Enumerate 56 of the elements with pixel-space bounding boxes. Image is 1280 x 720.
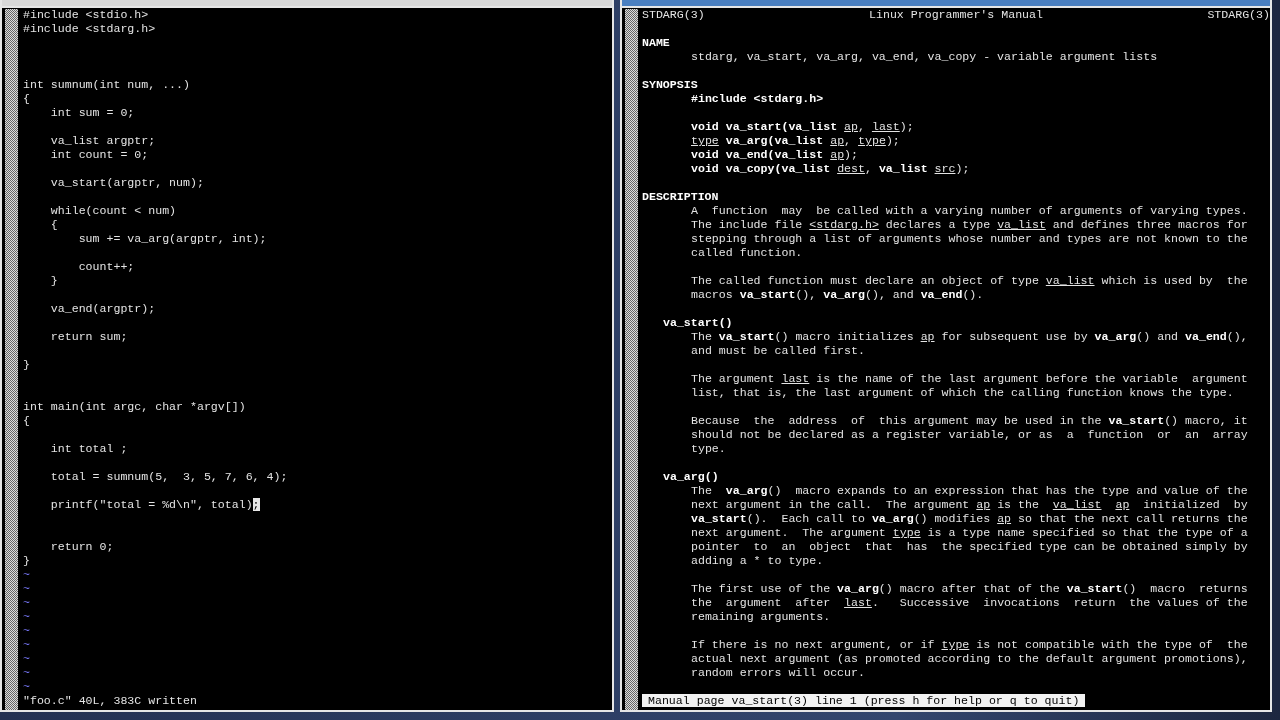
man-text-line: stdarg, va_start, va_arg, va_end, va_copy - variable argument lists: [691, 50, 1158, 64]
empty-line-marker: ~: [23, 582, 30, 596]
man-text-line: void va_end(va_list ap);: [691, 148, 858, 162]
man-text-line: called function.: [691, 246, 803, 260]
status-message: "foo.c" 40L, 383C written: [23, 694, 198, 708]
empty-line-marker: ~: [23, 596, 30, 610]
man-text-line: A function may be called with a varying number of arguments of varying types.: [691, 204, 1248, 218]
man-text-line: type va_arg(va_list ap, type);: [691, 134, 900, 148]
code-text: #include <stdio.h> #include <stdarg.h> int sumnum(int num, ...) { int sum = 0; va_list argptr; int count = 0; va_start(argptr, num); while(count < num) { sum += va_arg(argptr, int); count++; } va_end(argptr); return sum; } int main(int argc, char *argv[]) { int total ; total = sumnum(5, 3, 5, 7, 6, 4);: [23, 8, 289, 484]
man-text-line: the argument after last. Successive invocations return the values of the: [691, 596, 1248, 610]
man-text-line: void va_start(va_list ap, last);: [691, 120, 914, 134]
man-text-line: list, that is, the last argument of which the calling function knows the type.: [691, 386, 1234, 400]
section-heading: va_start(): [663, 316, 733, 330]
empty-line-marker: ~: [23, 652, 30, 666]
man-text-line: Because the address of this argument may be used in the va_start() macro, it: [691, 414, 1248, 428]
empty-line-marker: ~: [23, 610, 30, 624]
empty-line-marker: ~: [23, 624, 30, 638]
man-text-line: The first use of the va_arg() macro after that of the va_start() macro returns: [691, 582, 1248, 596]
man-text-line: The va_arg() macro expands to an expression that has the type and value of the: [691, 484, 1248, 498]
man-text-line: The include file <stdarg.h> declares a type va_list and defines three macros for: [691, 218, 1248, 232]
man-text-line: type.: [691, 442, 726, 456]
pager-status: Manual page va_start(3) line 1 (press h for help or q to quit): [642, 694, 1086, 707]
text-cursor: ;: [252, 498, 260, 511]
man-header-title: Linux Programmer's Manual: [869, 8, 1043, 22]
section-heading: DESCRIPTION: [642, 190, 719, 204]
man-text-line: and must be called first.: [691, 344, 865, 358]
code-line: printf("total = %d\n", total): [49, 498, 253, 511]
empty-line-marker: ~: [23, 638, 30, 652]
man-text-line: random errors will occur.: [691, 666, 865, 680]
man-text-line: next argument in the call. The argument ap is the va_list ap initialized by: [691, 498, 1248, 512]
code-text: return 0; }: [23, 539, 115, 568]
man-text-line: next argument. The argument type is a type name specified so that the type of a: [691, 526, 1248, 540]
section-heading: NAME: [642, 36, 670, 50]
section-heading: SYNOPSIS: [642, 78, 698, 92]
man-text-line: The called function must declare an object of type va_list which is used by the: [691, 274, 1248, 288]
empty-line-marker: ~: [23, 666, 30, 680]
man-header-left: STDARG(3): [642, 8, 705, 22]
man-text-line: pointer to an object that has the specified type can be obtained simply by: [691, 540, 1248, 554]
man-text-line: stepping through a list of arguments whose number and types are not known to the: [691, 232, 1248, 246]
man-text-line: should not be declared as a register variable, or as a function or an array: [691, 428, 1248, 442]
man-text-line: va_start(). Each call to va_arg() modifies ap so that the next call returns the: [691, 512, 1248, 526]
section-heading: va_arg(): [663, 470, 719, 484]
man-text-line: adding a * to type.: [691, 554, 824, 568]
man-text-line: The argument last is the name of the last argument before the variable argument: [691, 372, 1248, 386]
man-text-line: void va_copy(va_list dest, va_list src);: [691, 162, 970, 176]
scrollbar[interactable]: [625, 9, 638, 710]
man-text-line: If there is no next argument, or if type is not compatible with the type of the: [691, 638, 1248, 652]
man-header-right: STDARG(3): [1207, 8, 1270, 22]
man-text-line: #include <stdarg.h>: [691, 92, 824, 106]
empty-line-marker: ~: [23, 568, 30, 582]
man-text-line: actual next argument (as promoted according to the default argument promotions),: [691, 652, 1248, 666]
man-text-line: The va_start() macro initializes ap for subsequent use by va_arg() and va_end(),: [691, 330, 1248, 344]
empty-line-marker: ~: [23, 680, 30, 694]
man-text-line: macros va_start(), va_arg(), and va_end().: [691, 288, 984, 302]
scrollbar[interactable]: [5, 9, 18, 710]
man-text-line: remaining arguments.: [691, 610, 831, 624]
